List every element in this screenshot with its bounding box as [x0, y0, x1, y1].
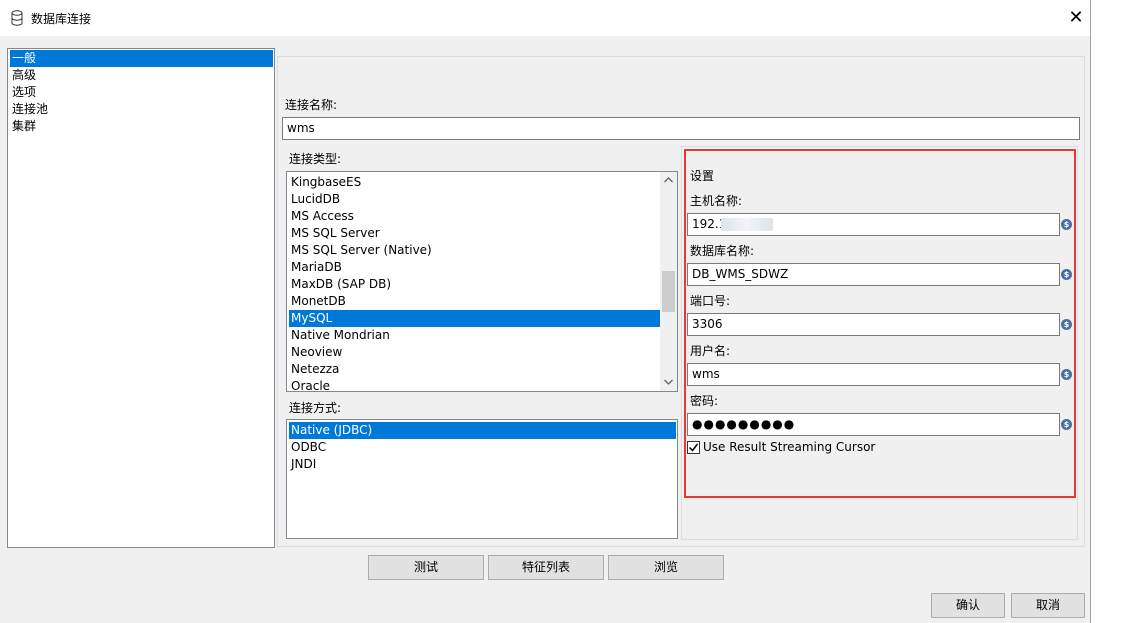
- list-item[interactable]: MS SQL Server (Native): [289, 242, 660, 259]
- streaming-label: Use Result Streaming Cursor: [703, 440, 876, 454]
- list-item[interactable]: MariaDB: [289, 259, 660, 276]
- list-item[interactable]: Native Mondrian: [289, 327, 660, 344]
- database-icon: [11, 10, 23, 26]
- user-input[interactable]: wms: [687, 363, 1060, 386]
- scroll-thumb[interactable]: [662, 271, 675, 312]
- port-input[interactable]: 3306: [687, 313, 1060, 336]
- window-title: 数据库连接: [31, 12, 92, 26]
- list-item[interactable]: Oracle: [289, 378, 660, 391]
- list-item[interactable]: Netezza: [289, 361, 660, 378]
- chevron-up-icon[interactable]: [664, 177, 673, 183]
- list-item[interactable]: Neoview: [289, 344, 660, 361]
- access-method-list[interactable]: Native (JDBC) ODBC JNDI: [286, 419, 678, 539]
- variable-icon[interactable]: $: [1061, 419, 1072, 430]
- access-label: 连接方式:: [289, 401, 342, 415]
- streaming-checkbox[interactable]: [687, 441, 700, 454]
- title-bar: 数据库连接 ✕: [0, 0, 1090, 36]
- scrollbar[interactable]: [660, 172, 677, 391]
- list-item[interactable]: MS Access: [289, 208, 660, 225]
- list-item-selected[interactable]: Native (JDBC): [289, 422, 676, 439]
- list-item[interactable]: MaxDB (SAP DB): [289, 276, 660, 293]
- ok-button[interactable]: 确认: [931, 593, 1005, 618]
- conn-name-label: 连接名称:: [285, 98, 338, 112]
- nav-item-advanced[interactable]: 高级: [10, 67, 273, 84]
- list-item-selected[interactable]: MySQL: [289, 310, 660, 327]
- variable-icon[interactable]: $: [1061, 319, 1072, 330]
- nav-item-options[interactable]: 选项: [10, 84, 273, 101]
- feature-list-button[interactable]: 特征列表: [488, 555, 604, 580]
- list-item[interactable]: MS SQL Server: [289, 225, 660, 242]
- cancel-button[interactable]: 取消: [1011, 593, 1085, 618]
- test-button[interactable]: 测试: [368, 555, 484, 580]
- host-input[interactable]: 192.1: [687, 213, 1060, 236]
- nav-list[interactable]: 一般 高级 选项 连接池 集群: [7, 48, 275, 548]
- user-label: 用户名:: [690, 344, 731, 358]
- variable-icon[interactable]: $: [1061, 369, 1072, 380]
- settings-title: 设置: [690, 169, 715, 183]
- nav-item-pooling[interactable]: 连接池: [10, 101, 273, 118]
- list-item[interactable]: MonetDB: [289, 293, 660, 310]
- conn-type-label: 连接类型:: [289, 152, 342, 166]
- conn-name-input[interactable]: wms: [282, 117, 1080, 140]
- variable-icon[interactable]: $: [1061, 219, 1072, 230]
- conn-type-list[interactable]: KingbaseES LucidDB MS Access MS SQL Serv…: [286, 171, 678, 392]
- password-label: 密码:: [690, 394, 719, 408]
- nav-item-general[interactable]: 一般: [10, 50, 273, 67]
- browse-button[interactable]: 浏览: [608, 555, 724, 580]
- list-item[interactable]: JNDI: [289, 456, 676, 473]
- host-label: 主机名称:: [690, 194, 743, 208]
- nav-item-cluster[interactable]: 集群: [10, 118, 273, 135]
- close-icon[interactable]: ✕: [1062, 6, 1090, 30]
- password-input[interactable]: ●●●●●●●●●: [687, 413, 1060, 436]
- list-item[interactable]: ODBC: [289, 439, 676, 456]
- checkmark-icon: [688, 443, 699, 452]
- list-item[interactable]: LucidDB: [289, 191, 660, 208]
- port-label: 端口号:: [690, 294, 731, 308]
- chevron-down-icon[interactable]: [664, 379, 673, 385]
- db-name-input[interactable]: DB_WMS_SDWZ: [687, 263, 1060, 286]
- list-item[interactable]: KingbaseES: [289, 174, 660, 191]
- db-name-label: 数据库名称:: [690, 244, 755, 258]
- variable-icon[interactable]: $: [1061, 269, 1072, 280]
- redacted-area: [721, 218, 773, 231]
